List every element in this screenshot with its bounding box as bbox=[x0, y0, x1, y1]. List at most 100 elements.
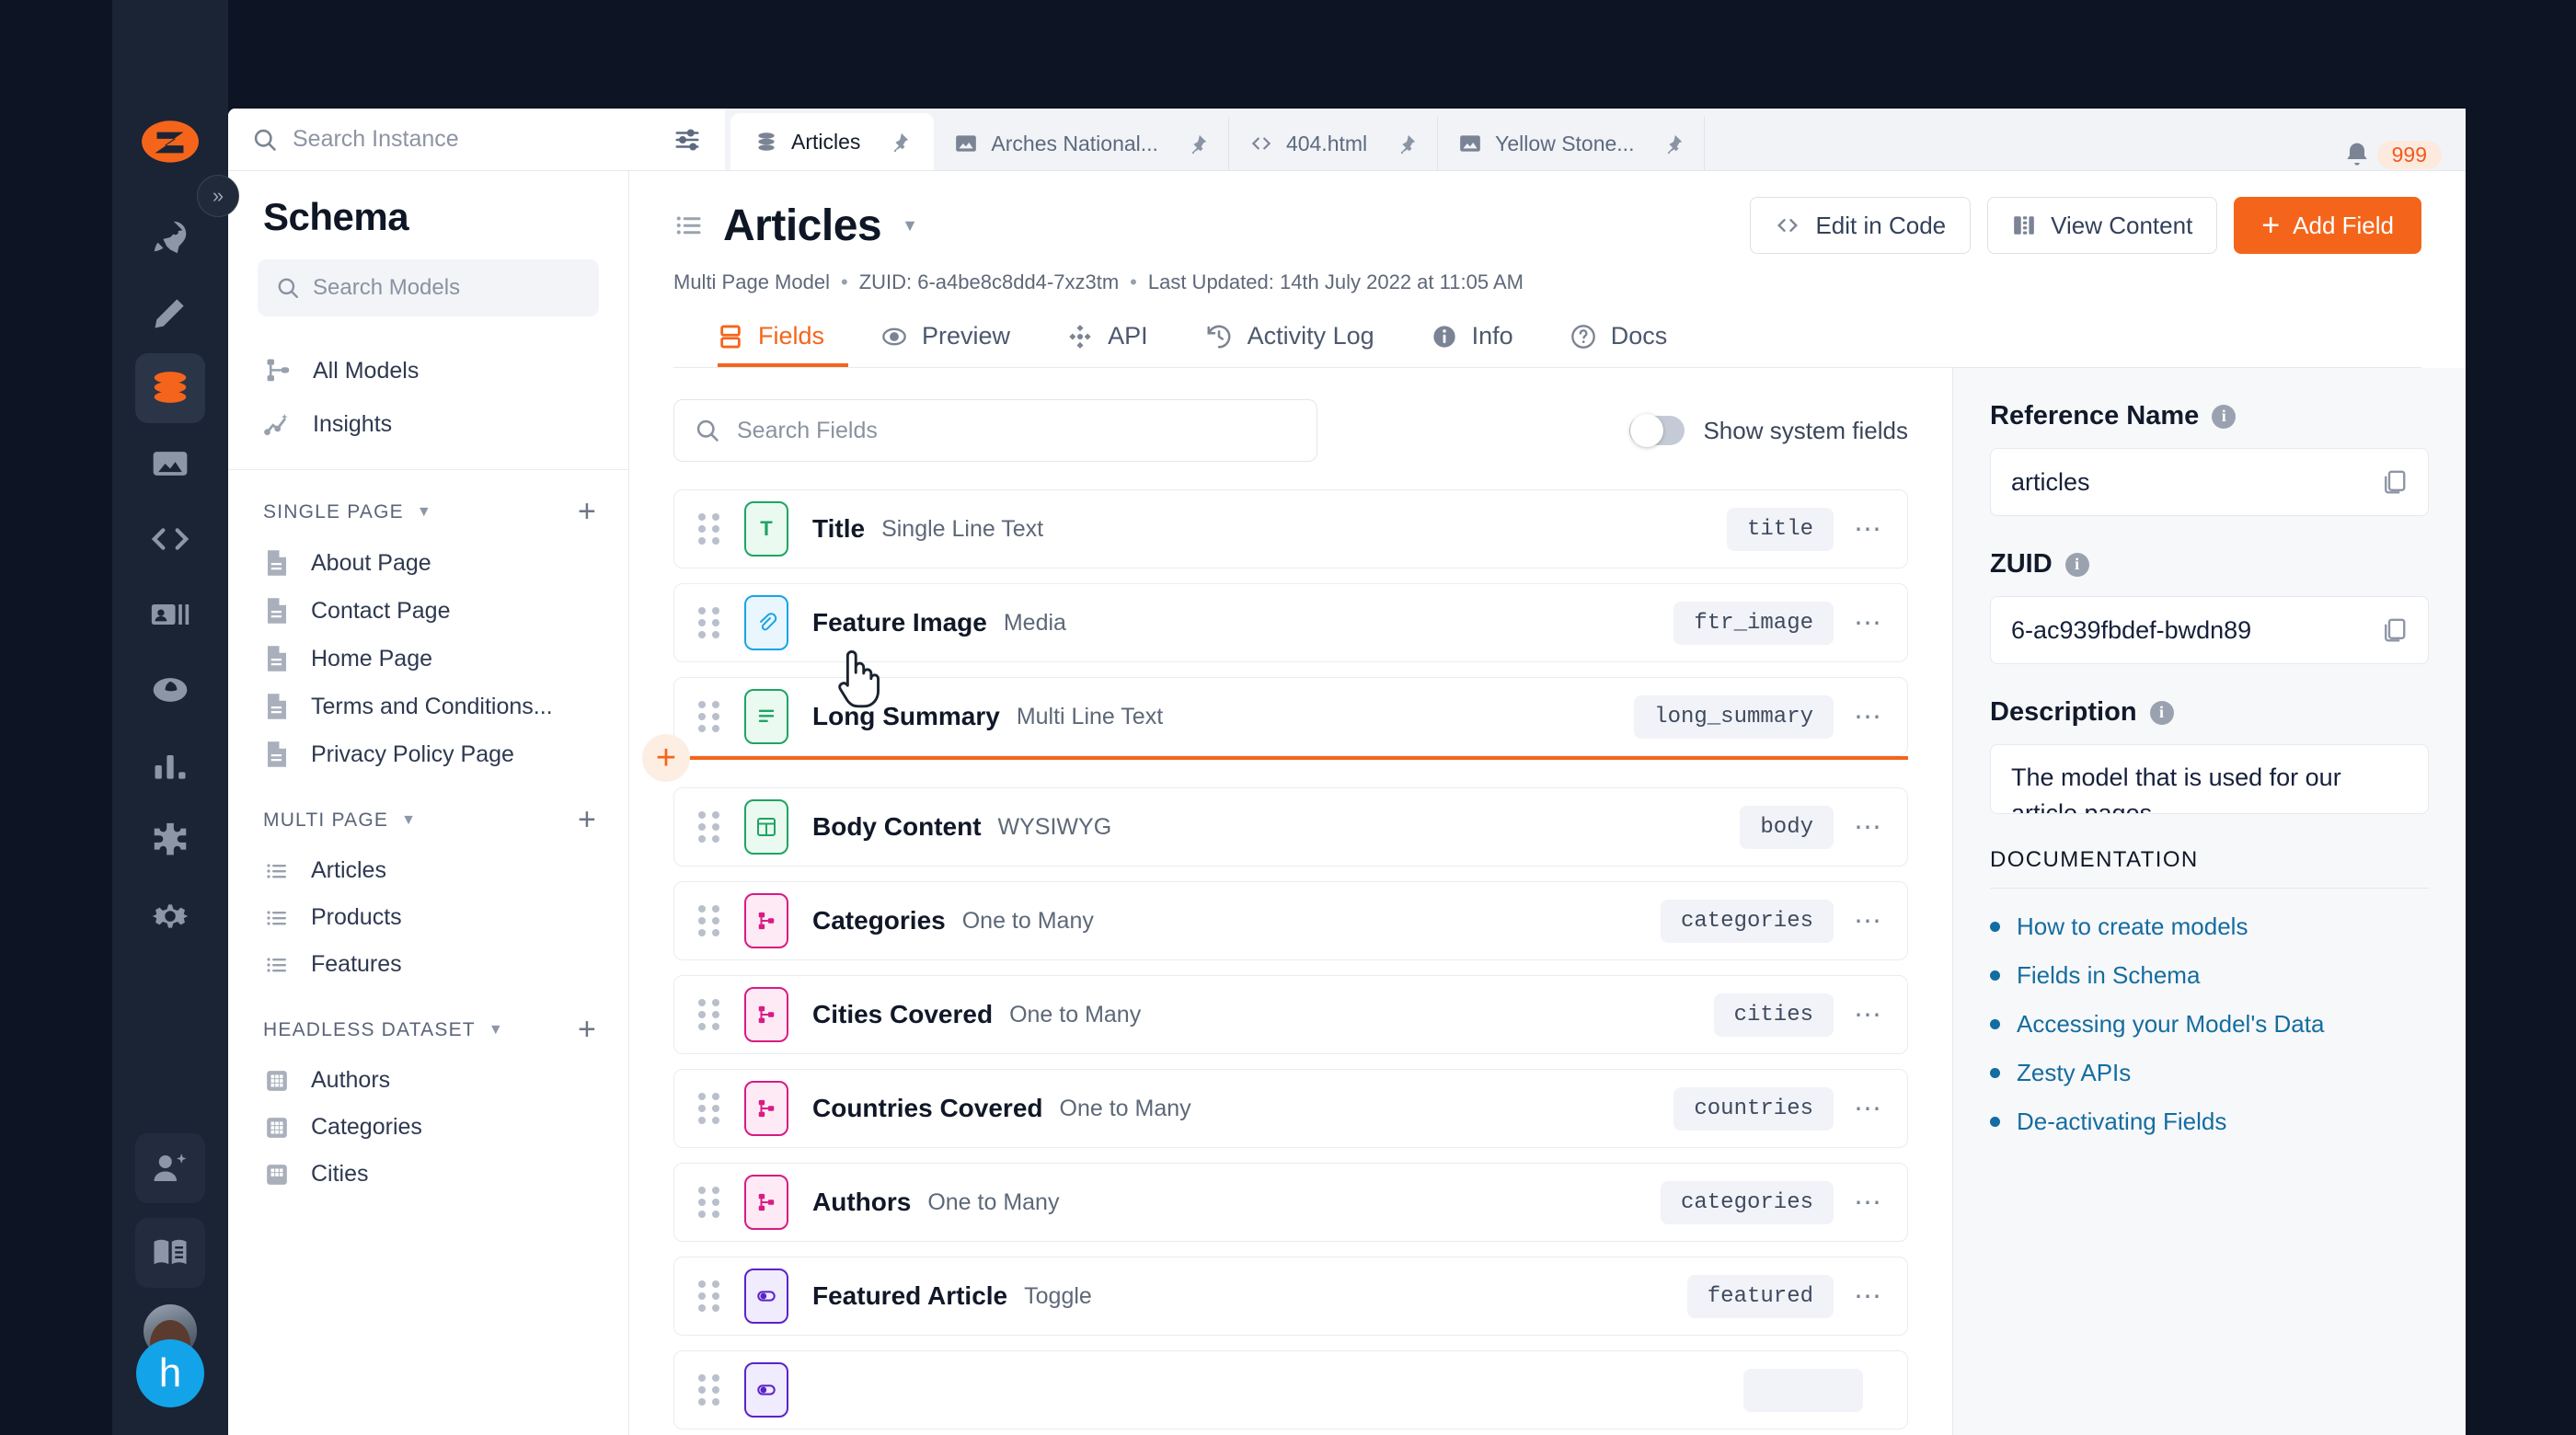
rail-item-audience[interactable] bbox=[135, 655, 205, 725]
pin-icon[interactable] bbox=[1663, 133, 1684, 154]
chevron-down-icon[interactable]: ▼ bbox=[401, 812, 417, 829]
sidebar-model-categories[interactable]: Categories bbox=[228, 1104, 628, 1151]
doc-link[interactable]: Fields in Schema bbox=[2017, 961, 2200, 990]
help-widget-button[interactable]: h bbox=[136, 1339, 204, 1407]
tab-fields[interactable]: Fields bbox=[718, 322, 848, 367]
view-content-button[interactable]: View Content bbox=[1987, 197, 2218, 254]
sidebar-model-articles[interactable]: Articles bbox=[228, 847, 628, 894]
info-icon[interactable]: i bbox=[2212, 404, 2237, 429]
row-menu-icon[interactable]: ⋯ bbox=[1854, 1093, 1883, 1125]
row-menu-icon[interactable]: ⋯ bbox=[1854, 811, 1883, 844]
rail-item-media[interactable] bbox=[135, 429, 205, 499]
group-header-single-page[interactable]: SINGLE PAGE ▼ + bbox=[228, 470, 628, 539]
notification-badge[interactable]: 999 bbox=[2376, 141, 2442, 169]
edit-in-code-button[interactable]: Edit in Code bbox=[1750, 197, 1972, 254]
doc-link[interactable]: How to create models bbox=[2017, 913, 2248, 941]
sidebar-model-privacy-policy-page[interactable]: Privacy Policy Page bbox=[228, 730, 628, 778]
tab-yellow-stone[interactable]: Yellow Stone... bbox=[1438, 117, 1706, 170]
rail-item-apps[interactable] bbox=[135, 806, 205, 876]
pin-icon[interactable] bbox=[1188, 133, 1208, 154]
sliders-icon[interactable] bbox=[673, 126, 701, 154]
tab-activity-log[interactable]: Activity Log bbox=[1181, 322, 1398, 367]
doc-link[interactable]: De-activating Fields bbox=[2017, 1108, 2226, 1136]
reference-name-field[interactable]: articles bbox=[1990, 448, 2429, 516]
drag-handle[interactable] bbox=[698, 607, 722, 638]
description-field[interactable]: The model that is used for our article p… bbox=[1990, 744, 2429, 814]
row-menu-icon[interactable]: ⋯ bbox=[1854, 701, 1883, 733]
bell-icon[interactable] bbox=[2342, 141, 2372, 170]
table-row[interactable]: Long Summary Multi Line Text long_summar… bbox=[673, 677, 1908, 756]
search-fields-input[interactable] bbox=[737, 417, 1296, 444]
copy-icon[interactable] bbox=[2380, 468, 2408, 496]
rail-item-code[interactable] bbox=[135, 504, 205, 574]
row-menu-icon[interactable]: ⋯ bbox=[1854, 607, 1883, 639]
table-row[interactable]: T Title Single Line Text title ⋯ bbox=[673, 489, 1908, 568]
doc-link[interactable]: Zesty APIs bbox=[2017, 1059, 2131, 1087]
chevron-down-icon[interactable]: ▼ bbox=[902, 216, 918, 235]
tab-api[interactable]: API bbox=[1043, 322, 1172, 367]
sidebar-model-terms-and-conditions[interactable]: Terms and Conditions... bbox=[228, 683, 628, 730]
sidebar-model-authors[interactable]: Authors bbox=[228, 1057, 628, 1104]
table-row[interactable]: Body Content WYSIWYG body ⋯ bbox=[673, 787, 1908, 867]
add-multi-page-button[interactable]: + bbox=[578, 802, 597, 838]
drag-handle[interactable] bbox=[698, 905, 722, 936]
drag-handle[interactable] bbox=[698, 999, 722, 1030]
drag-handle[interactable] bbox=[698, 811, 722, 843]
drag-handle[interactable] bbox=[698, 513, 722, 545]
tab-preview[interactable]: Preview bbox=[857, 322, 1034, 367]
sidebar-model-home-page[interactable]: Home Page bbox=[228, 635, 628, 683]
table-row[interactable]: Authors One to Many categories ⋯ bbox=[673, 1163, 1908, 1242]
drag-handle[interactable] bbox=[698, 1187, 722, 1218]
rail-item-analytics[interactable] bbox=[135, 730, 205, 800]
tab-404-html[interactable]: 404.html bbox=[1229, 117, 1439, 170]
sidebar-model-contact-page[interactable]: Contact Page bbox=[228, 587, 628, 635]
chevron-double-right-icon[interactable]: » bbox=[197, 175, 239, 217]
search-models-input[interactable] bbox=[313, 275, 581, 301]
table-row[interactable]: Categories One to Many categories ⋯ bbox=[673, 881, 1908, 960]
tab-docs[interactable]: Docs bbox=[1547, 322, 1692, 367]
rail-item-launchpad[interactable] bbox=[135, 202, 205, 272]
group-header-multi-page[interactable]: MULTI PAGE ▼ + bbox=[228, 778, 628, 847]
chevron-down-icon[interactable]: ▼ bbox=[417, 504, 432, 521]
plus-icon[interactable]: + bbox=[642, 734, 690, 782]
sidebar-item-all-models[interactable]: All Models bbox=[228, 344, 628, 397]
sidebar-item-insights[interactable]: Insights bbox=[228, 397, 628, 451]
copy-icon[interactable] bbox=[2380, 616, 2408, 644]
drag-handle[interactable] bbox=[698, 1374, 722, 1406]
add-headless-dataset-button[interactable]: + bbox=[578, 1012, 597, 1048]
rail-item-schema[interactable] bbox=[135, 353, 205, 423]
doc-link[interactable]: Accessing your Model's Data bbox=[2017, 1010, 2324, 1039]
table-row[interactable]: Countries Covered One to Many countries … bbox=[673, 1069, 1908, 1148]
row-menu-icon[interactable]: ⋯ bbox=[1854, 905, 1883, 937]
drag-handle[interactable] bbox=[698, 1093, 722, 1124]
group-header-headless-dataset[interactable]: HEADLESS DATASET ▼ + bbox=[228, 988, 628, 1057]
pin-icon[interactable] bbox=[890, 132, 910, 152]
rail-item-leads[interactable] bbox=[135, 580, 205, 649]
info-icon[interactable]: i bbox=[2064, 552, 2089, 577]
tab-articles[interactable]: Articles bbox=[730, 113, 935, 170]
add-single-page-button[interactable]: + bbox=[578, 494, 597, 530]
show-system-fields-toggle[interactable] bbox=[1629, 414, 1685, 447]
row-menu-icon[interactable]: ⋯ bbox=[1854, 1280, 1883, 1313]
add-field-button[interactable]: + Add Field bbox=[2234, 197, 2421, 254]
table-row[interactable]: Cities Covered One to Many cities ⋯ bbox=[673, 975, 1908, 1054]
pin-icon[interactable] bbox=[1397, 133, 1417, 154]
row-menu-icon[interactable]: ⋯ bbox=[1854, 1187, 1883, 1219]
docs-book-icon[interactable] bbox=[135, 1218, 205, 1288]
row-menu-icon[interactable]: ⋯ bbox=[1854, 999, 1883, 1031]
rail-item-settings[interactable] bbox=[135, 881, 205, 951]
table-row-partial[interactable] bbox=[673, 1350, 1908, 1429]
zuid-field[interactable]: 6-ac939fbdef-bwdn89 bbox=[1990, 596, 2429, 664]
info-icon[interactable]: i bbox=[2149, 700, 2174, 725]
rail-item-content-editor[interactable] bbox=[135, 278, 205, 348]
chevron-down-icon[interactable]: ▼ bbox=[489, 1022, 504, 1039]
table-row[interactable]: Feature Image Media ftr_image ⋯ bbox=[673, 583, 1908, 662]
tab-info[interactable]: Info bbox=[1408, 322, 1537, 367]
tab-arches-national[interactable]: Arches National... bbox=[934, 117, 1229, 170]
sidebar-model-cities[interactable]: Cities bbox=[228, 1151, 628, 1198]
zesty-logo-icon[interactable] bbox=[137, 110, 203, 177]
sidebar-model-about-page[interactable]: About Page bbox=[228, 539, 628, 587]
table-row[interactable]: Featured Article Toggle featured ⋯ bbox=[673, 1257, 1908, 1336]
row-menu-icon[interactable]: ⋯ bbox=[1854, 513, 1883, 545]
sidebar-model-features[interactable]: Features bbox=[228, 941, 628, 988]
